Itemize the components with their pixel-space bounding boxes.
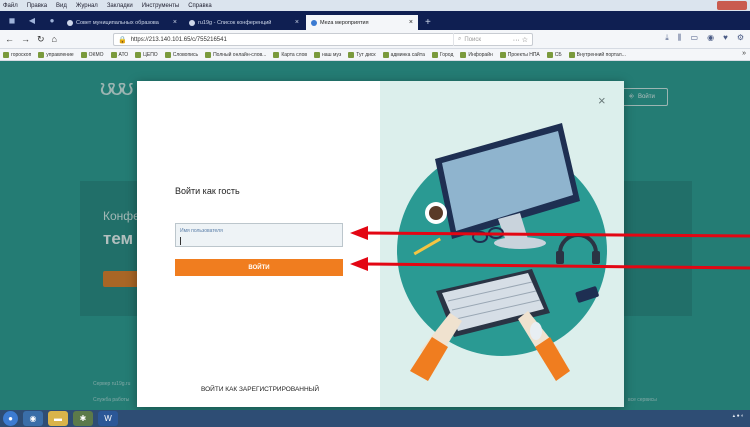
bookmarks-bar: гороскоп управление ОКМО АТО ЦЕПО Словоп… — [0, 49, 750, 61]
tab-events[interactable]: Meza мероприятия × — [306, 15, 418, 30]
modal-title: Войти как гость — [175, 186, 240, 196]
text-caret — [180, 237, 181, 245]
forward-icon[interactable]: → — [21, 34, 30, 44]
search-placeholder: Поиск — [464, 36, 482, 43]
bookmark-item[interactable]: админка сайта — [383, 52, 425, 58]
illustration-panel — [380, 81, 624, 407]
favicon-icon — [311, 19, 317, 26]
bookmark-item[interactable]: Тут диск — [348, 52, 375, 58]
web-page: ʊʊʊ ⎆ Войти Конфе тем Сервер ru19g.ru Сл… — [0, 61, 750, 410]
bookmark-item[interactable]: СБ — [547, 52, 562, 58]
settings-icon[interactable]: ⚙ — [737, 33, 744, 43]
app-taskbar-icon[interactable]: ✱ — [73, 411, 93, 426]
pinned-tab-icon[interactable]: ◀ — [22, 11, 42, 30]
home-icon[interactable]: ⌂ — [52, 34, 57, 44]
menu-history[interactable]: Журнал — [76, 3, 98, 9]
pocket-icon[interactable]: ♥ — [723, 33, 728, 43]
download-icon[interactable]: ⤓ — [665, 33, 669, 43]
tab-list-icon[interactable]: ◼ — [2, 11, 22, 30]
pinned-tab-2-icon[interactable]: ● — [42, 11, 62, 30]
bookmark-item[interactable]: ЦЕПО — [135, 52, 158, 58]
url-text: https://213.140.101.65/c/755216541 — [130, 36, 227, 43]
back-icon[interactable]: ← — [5, 34, 14, 44]
tab-label: Совет муниципальных образова — [76, 19, 159, 26]
more-bookmarks-icon[interactable]: » — [742, 50, 746, 57]
library-icon[interactable]: ⫼ — [678, 33, 682, 43]
bookmark-item[interactable]: наш муз — [314, 52, 341, 58]
workspace-illustration-icon — [397, 123, 607, 381]
window-controls[interactable] — [717, 1, 747, 10]
word-taskbar-icon[interactable]: W — [98, 411, 118, 426]
reload-icon[interactable]: ↻ — [37, 34, 45, 45]
tab-bar: ◼ ◀ ● Совет муниципальных образова × ru1… — [0, 11, 750, 30]
folder-taskbar-icon[interactable]: ▬ — [48, 411, 68, 426]
bookmark-item[interactable]: Город — [432, 52, 454, 58]
submit-button[interactable]: ВОЙТИ — [175, 259, 343, 276]
registered-login-link[interactable]: ВОЙТИ КАК ЗАРЕГИСТРИРОВАННЫЙ — [201, 386, 319, 393]
extension-icon[interactable]: ◉ — [707, 33, 714, 43]
toolbar-icons: ⤓ ⫼ ▭ ◉ ♥ ⚙ — [665, 33, 744, 43]
menu-bar: Файл Правка Вид Журнал Закладки Инструме… — [0, 0, 750, 11]
menu-help[interactable]: Справка — [188, 3, 212, 9]
close-tab-icon[interactable]: × — [173, 19, 177, 26]
bookmark-item[interactable]: АТО — [111, 52, 129, 58]
tray-icons-icon[interactable]: ▴ ● ◐ — [733, 413, 744, 419]
menu-tools[interactable]: Инструменты — [142, 3, 179, 9]
bookmark-item[interactable]: Карта слов — [273, 52, 307, 58]
guest-login-modal: Войти как гость Имя пользователя ВОЙТИ В… — [137, 81, 624, 407]
menu-edit[interactable]: Правка — [27, 3, 47, 9]
sidebar-icon[interactable]: ▭ — [691, 33, 699, 43]
close-icon[interactable]: × — [598, 93, 606, 108]
bookmark-item[interactable]: Внутренний портал... — [569, 52, 626, 58]
bookmark-item[interactable]: управление — [38, 52, 73, 58]
bookmark-item[interactable]: ОКМО — [81, 52, 104, 58]
tab-conferences[interactable]: ru19g - Список конференций × — [184, 15, 304, 30]
lock-icon: 🔒 — [118, 36, 127, 44]
bookmark-item[interactable]: Проекты НПА — [500, 52, 540, 58]
start-icon[interactable]: ● — [3, 411, 18, 426]
tab-label: ru19g - Список конференций — [198, 19, 272, 26]
search-field[interactable]: ⌕ Поиск — [453, 33, 533, 46]
menu-view[interactable]: Вид — [56, 3, 67, 9]
tab-council[interactable]: Совет муниципальных образова × — [62, 15, 182, 30]
mouse-icon — [530, 322, 542, 340]
menu-file[interactable]: Файл — [3, 3, 18, 9]
search-icon: ⌕ — [458, 36, 462, 42]
menu-bookmarks[interactable]: Закладки — [107, 3, 133, 9]
bookmark-item[interactable]: Словопись — [165, 52, 198, 58]
navigation-bar: ← → ↻ ⌂ 🔒 https://213.140.101.65/c/75521… — [0, 30, 750, 49]
os-taskbar: ● ◉ ▬ ✱ W ▴ ● ◐ — [0, 410, 750, 427]
bookmark-item[interactable]: гороскоп — [3, 52, 31, 58]
bookmark-item[interactable]: Полный онлайн-слов... — [205, 52, 266, 58]
new-tab-icon[interactable]: + — [425, 15, 431, 30]
username-placeholder: Имя пользователя — [180, 228, 223, 234]
favicon-icon — [67, 19, 73, 26]
bookmark-item[interactable]: Инфорайн — [460, 52, 492, 58]
system-tray[interactable]: ▴ ● ◐ — [733, 413, 744, 419]
close-tab-icon[interactable]: × — [409, 19, 413, 26]
browser-taskbar-icon[interactable]: ◉ — [23, 411, 43, 426]
favicon-icon — [189, 19, 195, 26]
tab-label: Meza мероприятия — [320, 19, 369, 26]
username-field[interactable]: Имя пользователя — [175, 223, 343, 247]
close-tab-icon[interactable]: × — [295, 19, 299, 26]
